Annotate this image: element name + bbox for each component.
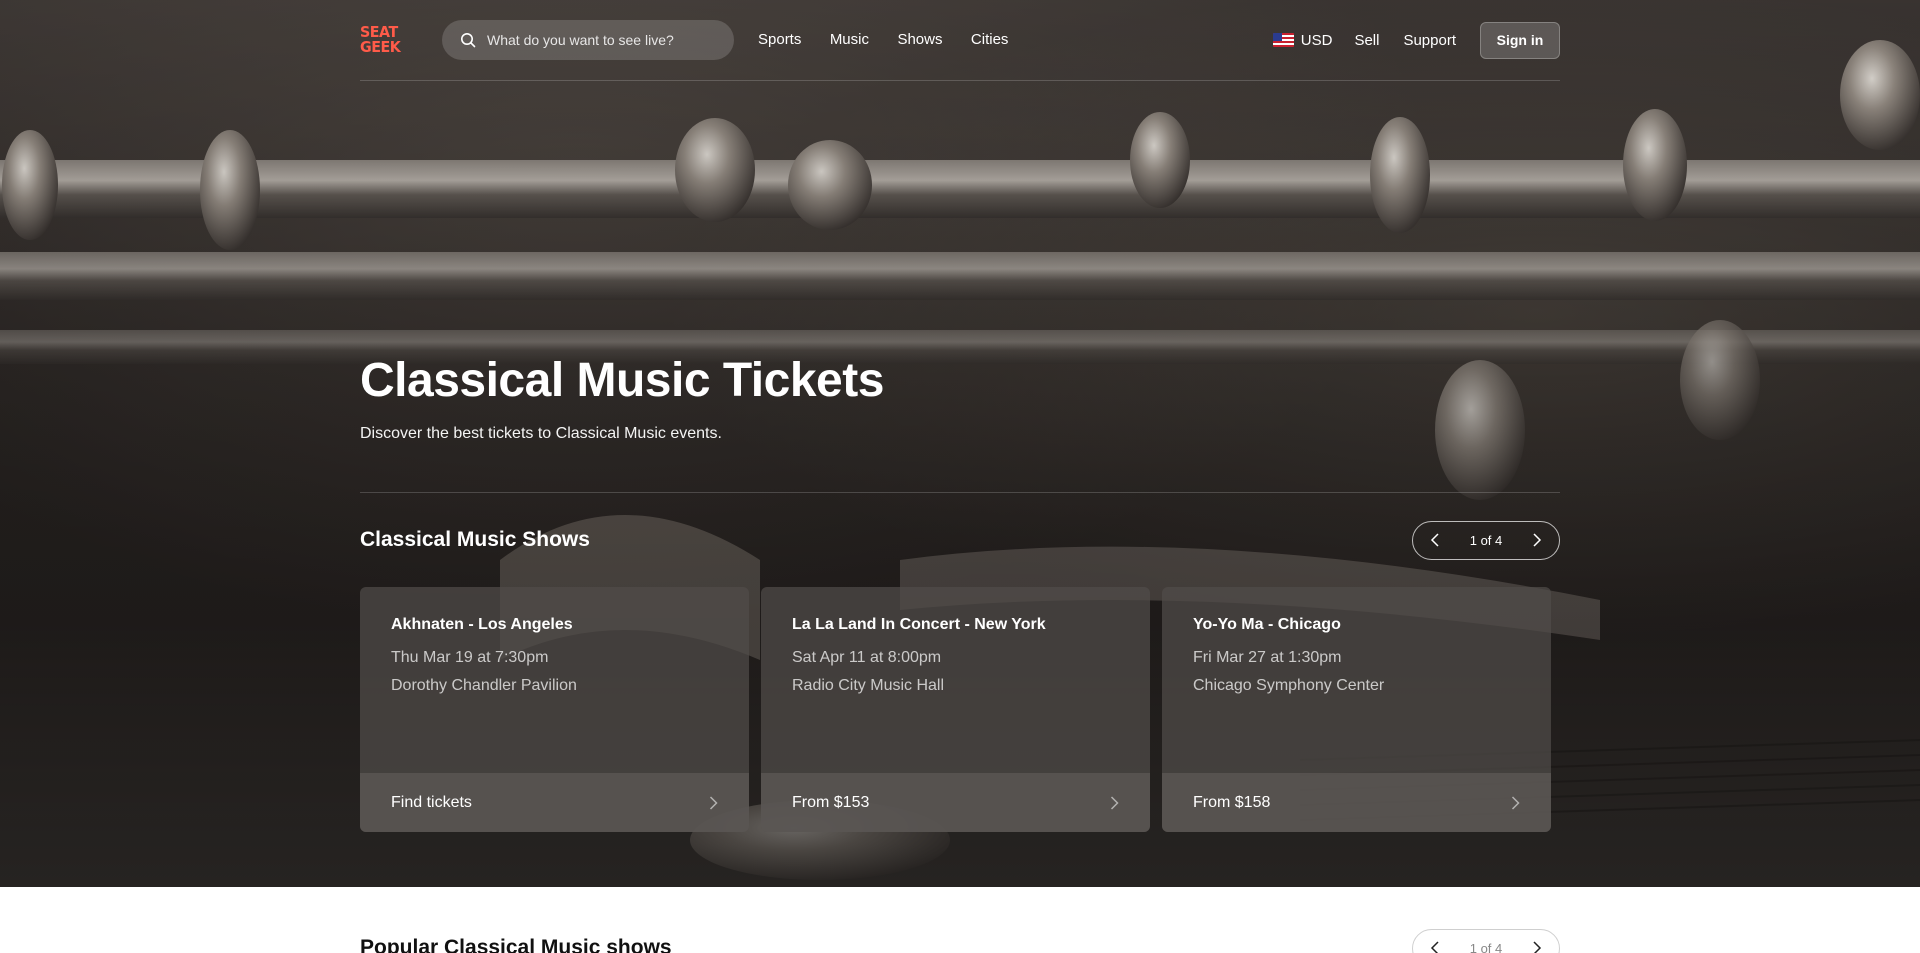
hero-title-block: Classical Music Tickets Discover the bes… bbox=[360, 352, 1560, 443]
event-card-footer[interactable]: From $153 bbox=[761, 773, 1150, 832]
shows-section-title: Classical Music Shows bbox=[360, 528, 590, 551]
shows-pager-label: 1 of 4 bbox=[1469, 532, 1503, 548]
popular-pager: 1 of 4 bbox=[1412, 928, 1560, 953]
seatgeek-logo[interactable]: SEAT GEEK bbox=[360, 22, 404, 58]
sell-link[interactable]: Sell bbox=[1354, 32, 1379, 49]
us-flag-icon bbox=[1272, 33, 1294, 47]
chevron-left-icon[interactable] bbox=[1427, 940, 1443, 953]
event-venue: Dorothy Chandler Pavilion bbox=[391, 677, 577, 694]
search-input[interactable] bbox=[487, 32, 717, 48]
shows-card-list: Akhnaten - Los Angeles Thu Mar 19 at 7:3… bbox=[360, 587, 1560, 832]
chevron-right-icon bbox=[1511, 795, 1520, 810]
event-card-body: La La Land In Concert - New York Sat Apr… bbox=[761, 587, 1150, 773]
hero-divider bbox=[360, 492, 1560, 493]
site-header: SEAT GEEK Sports Music Shows Cities USD … bbox=[360, 0, 1560, 81]
event-card[interactable]: Yo-Yo Ma - Chicago Fri Mar 27 at 1:30pm … bbox=[1162, 587, 1551, 832]
event-title: La La Land In Concert - New York bbox=[792, 616, 1046, 633]
header-right: USD Sell Support Sign in bbox=[1272, 21, 1560, 59]
nav-cities[interactable]: Cities bbox=[971, 31, 1009, 48]
currency-label: USD bbox=[1300, 31, 1333, 49]
event-cta: From $158 bbox=[1193, 793, 1271, 811]
shows-pager: 1 of 4 bbox=[1412, 520, 1560, 560]
page-title: Classical Music Tickets bbox=[360, 354, 884, 407]
support-link[interactable]: Support bbox=[1403, 32, 1456, 49]
event-card-body: Yo-Yo Ma - Chicago Fri Mar 27 at 1:30pm … bbox=[1162, 587, 1551, 773]
chevron-right-icon bbox=[709, 795, 718, 810]
search-icon bbox=[461, 33, 476, 48]
event-venue: Radio City Music Hall bbox=[792, 677, 945, 694]
event-cta: From $153 bbox=[792, 793, 870, 811]
event-card-footer[interactable]: Find tickets bbox=[360, 773, 749, 832]
logo-line-2: GEEK bbox=[360, 38, 401, 56]
nav-music[interactable]: Music bbox=[830, 31, 869, 48]
event-title: Yo-Yo Ma - Chicago bbox=[1193, 616, 1341, 633]
nav-shows[interactable]: Shows bbox=[897, 31, 942, 48]
event-card-body: Akhnaten - Los Angeles Thu Mar 19 at 7:3… bbox=[360, 587, 749, 773]
event-title: Akhnaten - Los Angeles bbox=[391, 616, 573, 633]
currency-selector[interactable]: USD bbox=[1272, 31, 1333, 49]
nav-sports[interactable]: Sports bbox=[758, 31, 801, 48]
main-nav: Sports Music Shows Cities bbox=[758, 31, 1032, 49]
event-cta: Find tickets bbox=[391, 793, 472, 811]
chevron-left-icon[interactable] bbox=[1427, 532, 1443, 548]
chevron-right-icon bbox=[1110, 795, 1119, 810]
event-date: Sat Apr 11 at 8:00pm bbox=[792, 649, 942, 666]
event-venue: Chicago Symphony Center bbox=[1193, 677, 1385, 694]
event-date: Fri Mar 27 at 1:30pm bbox=[1193, 649, 1342, 666]
chevron-right-icon[interactable] bbox=[1529, 940, 1545, 953]
page-subtitle: Discover the best tickets to Classical M… bbox=[360, 425, 722, 442]
popular-section-title: Popular Classical Music shows bbox=[360, 936, 672, 953]
event-card-footer[interactable]: From $158 bbox=[1162, 773, 1551, 832]
event-card[interactable]: La La Land In Concert - New York Sat Apr… bbox=[761, 587, 1150, 832]
sign-in-button[interactable]: Sign in bbox=[1480, 21, 1560, 59]
popular-pager-label: 1 of 4 bbox=[1469, 940, 1503, 953]
search-bar[interactable] bbox=[442, 20, 734, 60]
event-date: Thu Mar 19 at 7:30pm bbox=[391, 649, 549, 666]
shows-section-header: Classical Music Shows 1 of 4 bbox=[360, 520, 1560, 560]
event-card[interactable]: Akhnaten - Los Angeles Thu Mar 19 at 7:3… bbox=[360, 587, 749, 832]
chevron-right-icon[interactable] bbox=[1529, 532, 1545, 548]
popular-section-header: Popular Classical Music shows 1 of 4 bbox=[360, 928, 1560, 953]
